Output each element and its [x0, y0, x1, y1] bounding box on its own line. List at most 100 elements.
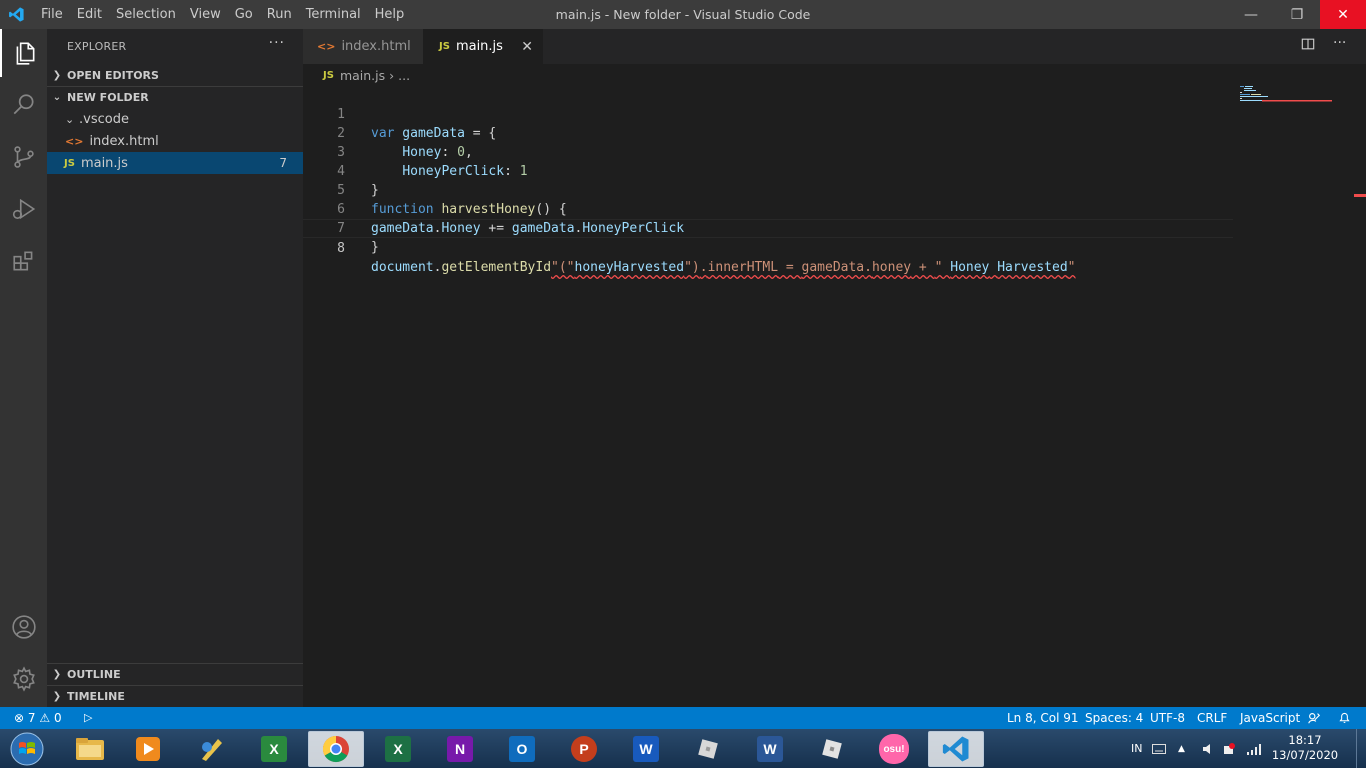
word-legacy-label: W: [757, 736, 783, 762]
osu-label: osu!: [879, 734, 909, 764]
js-file-icon: JS: [323, 69, 334, 81]
onenote-icon[interactable]: N: [432, 731, 488, 767]
chevron-down-icon: ⌄: [52, 92, 62, 103]
close-window-button[interactable]: ✕: [1320, 0, 1366, 29]
feedback-icon[interactable]: [1307, 707, 1321, 729]
minimize-button[interactable]: —: [1228, 0, 1274, 29]
file-explorer-icon[interactable]: [62, 731, 118, 767]
tree-item-label: .vscode: [79, 111, 129, 127]
keyboard-icon[interactable]: [1152, 729, 1166, 768]
token: ": [1067, 260, 1076, 275]
vscode-icon[interactable]: [928, 731, 984, 767]
clock-time: 18:17: [1288, 733, 1322, 747]
split-editor-icon[interactable]: [1301, 37, 1315, 55]
new-folder-section[interactable]: ⌄ NEW FOLDER: [47, 86, 303, 108]
tab-label: index.html: [341, 39, 411, 54]
timeline-section[interactable]: ❯ TIMELINE: [47, 685, 303, 707]
system-clock[interactable]: 18:17 13/07/2020: [1270, 733, 1340, 763]
chrome-icon[interactable]: [308, 731, 364, 767]
minimap[interactable]: [1240, 86, 1340, 126]
menu-go[interactable]: Go: [228, 0, 260, 29]
excel-legacy-icon[interactable]: X: [246, 731, 302, 767]
excel-icon[interactable]: X: [370, 731, 426, 767]
open-editors-section[interactable]: ❯ OPEN EDITORS: [47, 64, 303, 86]
outline-section[interactable]: ❯ OUTLINE: [47, 663, 303, 685]
osu-icon[interactable]: osu!: [866, 731, 922, 767]
powerpoint-icon[interactable]: P: [556, 731, 612, 767]
show-hidden-icons-icon[interactable]: ▲: [1178, 729, 1185, 768]
extensions-icon[interactable]: [0, 237, 47, 285]
breadcrumb-symbol[interactable]: ...: [398, 68, 410, 83]
outlook-label: O: [509, 736, 535, 762]
token: gameData: [801, 260, 865, 275]
menu-view[interactable]: View: [183, 0, 228, 29]
roblox-studio-icon[interactable]: [804, 731, 860, 767]
more-actions-icon[interactable]: ···: [1333, 35, 1346, 51]
token: Harvested: [997, 260, 1068, 275]
js-file-icon: JS: [64, 157, 75, 169]
explorer-more-actions-icon[interactable]: ···: [269, 35, 285, 51]
token: getElementById: [441, 260, 552, 275]
menu-help[interactable]: Help: [368, 0, 412, 29]
line-ending[interactable]: CRLF: [1197, 707, 1227, 729]
code-text: document.getElementById"("honeyHarvested…: [371, 258, 1076, 277]
token: ": [934, 260, 951, 275]
problems-status[interactable]: ⊗ 7 ⚠ 0: [14, 707, 62, 729]
code-line: 6 gameData.Honey += gameData.HoneyPerCli…: [303, 181, 1233, 236]
cursor-position[interactable]: Ln 8, Col 91: [1007, 707, 1079, 729]
search-icon[interactable]: [0, 81, 47, 129]
tree-item-index-html[interactable]: <> index.html: [47, 130, 303, 152]
encoding[interactable]: UTF-8: [1150, 707, 1185, 729]
explorer-icon[interactable]: [0, 29, 47, 77]
notifications-bell-icon[interactable]: [1338, 707, 1351, 729]
tab-close-icon[interactable]: ✕: [521, 39, 533, 55]
menu-file[interactable]: File: [34, 0, 70, 29]
roblox-icon[interactable]: [680, 731, 736, 767]
tree-item-vscode[interactable]: ⌄ .vscode: [47, 108, 303, 130]
volume-icon[interactable]: [1202, 729, 1214, 768]
source-control-icon[interactable]: [0, 133, 47, 181]
tree-item-main-js[interactable]: JS main.js 7: [47, 152, 303, 174]
power-icon[interactable]: [1222, 729, 1236, 768]
run-play-icon[interactable]: ▷: [84, 707, 92, 729]
menu-run[interactable]: Run: [260, 0, 299, 29]
outlook-icon[interactable]: O: [494, 731, 550, 767]
input-language[interactable]: IN: [1131, 729, 1142, 768]
word-legacy-icon[interactable]: W: [742, 731, 798, 767]
open-editors-label: OPEN EDITORS: [67, 68, 159, 82]
breadcrumb: JS main.js › ...: [303, 64, 1366, 86]
chevron-right-icon: ❯: [52, 669, 62, 680]
excel-label: X: [385, 736, 411, 762]
token: document: [371, 260, 434, 275]
network-signal-icon[interactable]: [1246, 729, 1264, 768]
breadcrumb-file[interactable]: main.js: [340, 68, 385, 83]
restore-button[interactable]: ❐: [1274, 0, 1320, 29]
token: =: [778, 260, 802, 275]
tab-main-js[interactable]: JS main.js ✕: [423, 29, 543, 64]
tab-index-html[interactable]: <> index.html: [303, 29, 423, 64]
line-number: 8: [337, 241, 345, 256]
indentation[interactable]: Spaces: 4: [1085, 707, 1143, 729]
manage-gear-icon[interactable]: [0, 655, 47, 703]
code-line: 2 Honey: 0,: [303, 105, 1233, 160]
chevron-right-icon: ❯: [52, 69, 62, 81]
media-player-icon[interactable]: [120, 731, 176, 767]
word-label: W: [633, 736, 659, 762]
menu-bar: File Edit Selection View Go Run Terminal…: [34, 0, 411, 29]
word-icon[interactable]: W: [618, 731, 674, 767]
code-editor[interactable]: 1 var gameData = { 2 Honey: 0, 3 HoneyPe…: [303, 86, 1366, 707]
menu-edit[interactable]: Edit: [70, 0, 109, 29]
accounts-icon[interactable]: [0, 603, 47, 651]
menu-selection[interactable]: Selection: [109, 0, 183, 29]
token: honey: [871, 260, 912, 275]
token: "): [684, 260, 700, 275]
show-desktop-button[interactable]: [1356, 729, 1366, 768]
run-debug-icon[interactable]: [0, 185, 47, 233]
windows-start-icon[interactable]: [0, 731, 54, 767]
paint-tool-icon[interactable]: [184, 731, 240, 767]
js-file-icon: JS: [439, 41, 450, 52]
breadcrumb-separator: ›: [389, 67, 395, 83]
language-mode[interactable]: JavaScript: [1240, 707, 1300, 729]
activity-bar: [0, 29, 47, 707]
menu-terminal[interactable]: Terminal: [299, 0, 368, 29]
